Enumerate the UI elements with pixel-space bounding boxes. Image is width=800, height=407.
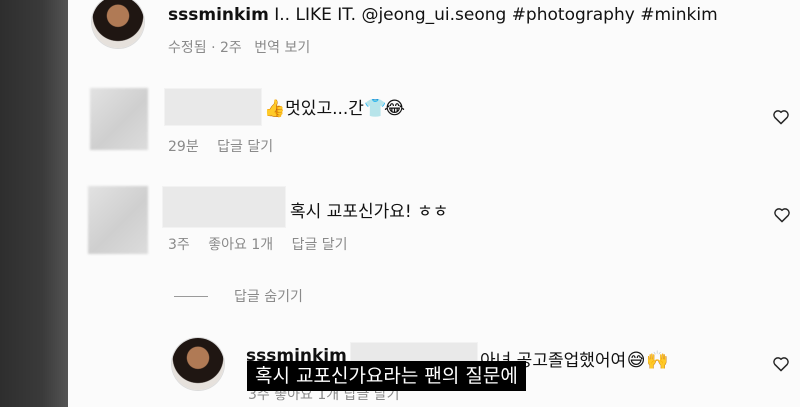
post-username[interactable]: sssminkim	[168, 5, 269, 25]
video-subtitle: 혹시 교포신가요라는 팬의 질문에	[247, 361, 526, 391]
post-meta: 수정됨 · 2주	[168, 40, 242, 56]
reply-like-heart-icon[interactable]	[772, 356, 790, 372]
post-caption: I.. LIKE IT. @jeong_ui.seong #photograph…	[274, 5, 718, 25]
comment-2-text: 혹시 교포신가요! ㅎㅎ	[290, 202, 449, 222]
instagram-comments-screen: sssminkim I.. LIKE IT. @jeong_ui.seong #…	[68, 0, 800, 407]
comment-1-username-redacted	[164, 88, 262, 126]
comment-1-meta: 29분 답글 달기	[168, 136, 273, 156]
comment-2-likes[interactable]: 좋아요 1개	[208, 237, 273, 253]
comment-2-reply-button[interactable]: 답글 달기	[292, 237, 348, 253]
replies-divider-line	[174, 296, 208, 297]
comment-2-time: 3주	[168, 237, 190, 253]
translate-button[interactable]: 번역 보기	[254, 40, 310, 56]
reply-avatar[interactable]	[172, 338, 224, 390]
post-meta-row: 수정됨 · 2주 번역 보기	[168, 37, 310, 57]
background-frame	[0, 0, 70, 407]
comment-1-row: 👍멋있고...간👕😂	[264, 94, 405, 119]
comment-2-username-redacted	[162, 186, 286, 228]
post-avatar[interactable]	[92, 0, 144, 48]
comment-2-like-heart-icon[interactable]	[773, 207, 791, 223]
comment-1-text: 👍멋있고...간	[264, 99, 364, 119]
shirt-icon: 👕	[363, 98, 387, 119]
grin-sweat-emoji: 😅	[626, 350, 646, 371]
comment-2-meta: 3주 좋아요 1개 답글 달기	[168, 234, 348, 254]
raised-hands-emoji: 🙌	[646, 350, 669, 371]
comment-2-avatar	[88, 186, 148, 254]
post-caption-line: sssminkim I.. LIKE IT. @jeong_ui.seong #…	[168, 5, 718, 25]
hide-replies-button[interactable]: 답글 숨기기	[234, 286, 303, 306]
comment-1-avatar	[90, 88, 148, 150]
laughing-emoji: 😂	[383, 98, 405, 119]
comment-1-time: 29분	[168, 139, 199, 155]
comment-1-reply-button[interactable]: 답글 달기	[217, 139, 273, 155]
comment-1-like-heart-icon[interactable]	[772, 109, 790, 125]
